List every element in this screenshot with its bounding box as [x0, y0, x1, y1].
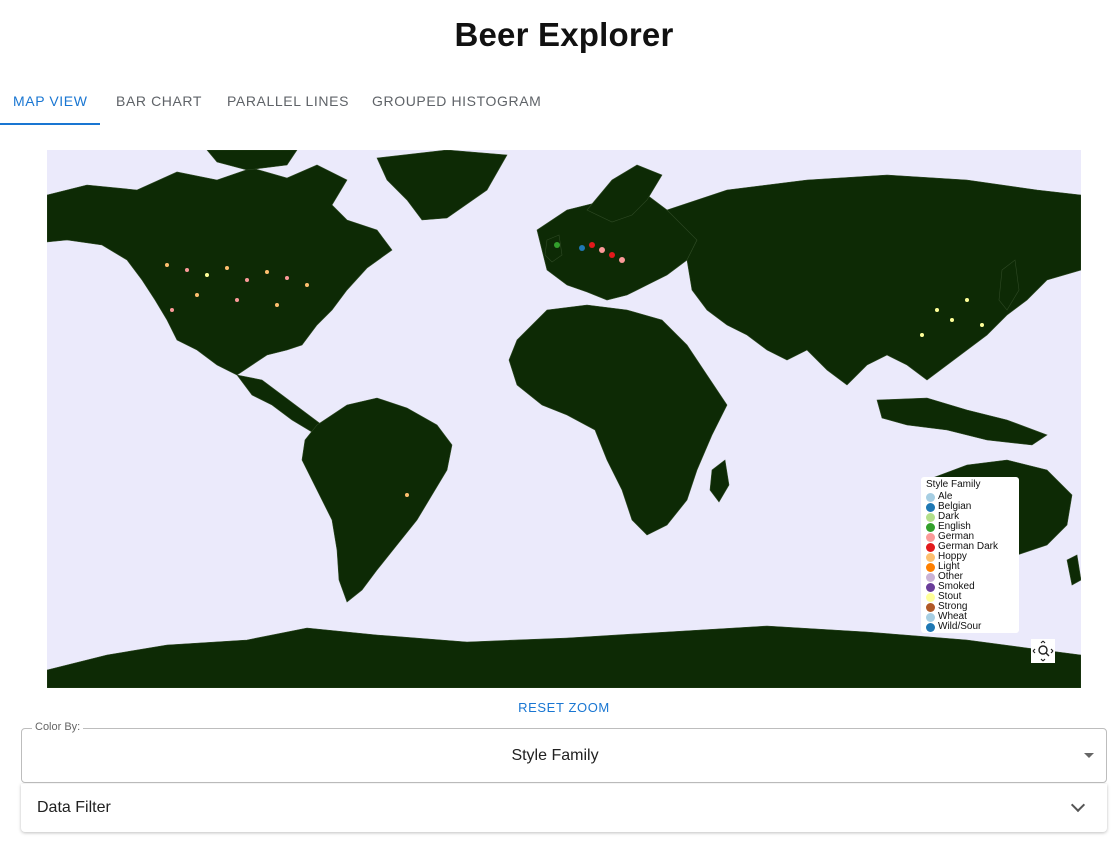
legend-dot: [926, 612, 935, 622]
brewery-point: [305, 283, 309, 287]
chevron-down-icon[interactable]: [1070, 797, 1086, 813]
brewery-point: [554, 242, 560, 248]
zoom-pan-glyph: [1032, 640, 1054, 662]
legend-dot: [926, 522, 935, 532]
legend-dot: [926, 622, 935, 632]
legend-dot: [926, 582, 935, 592]
map-legend: Style Family Ale Belgian Dark English Ge…: [921, 477, 1019, 633]
legend-label: Wild/Sour: [938, 621, 982, 632]
brewery-point: [589, 242, 595, 248]
brewery-point: [619, 257, 625, 263]
legend-dot: [926, 542, 935, 552]
legend-dot: [926, 532, 935, 542]
legend-dot: [926, 512, 935, 522]
data-filter-accordion[interactable]: Data Filter: [21, 784, 1107, 832]
active-tab-indicator: [0, 123, 100, 125]
brewery-point: [609, 252, 615, 258]
brewery-point: [195, 293, 199, 297]
brewery-point: [170, 308, 174, 312]
legend-title: Style Family: [926, 479, 981, 490]
brewery-point: [285, 276, 289, 280]
dropdown-arrow-icon[interactable]: [1084, 753, 1094, 758]
reset-zoom-button[interactable]: RESET ZOOM: [0, 700, 1119, 715]
brewery-point: [165, 263, 169, 267]
color-by-value[interactable]: Style Family: [22, 729, 1088, 782]
brewery-point: [275, 303, 279, 307]
legend-dot: [926, 562, 935, 572]
brewery-point: [185, 268, 189, 272]
tab-bar-chart[interactable]: BAR CHART: [116, 80, 202, 124]
zoom-pan-icon[interactable]: [1031, 639, 1055, 663]
brewery-point: [920, 333, 924, 337]
brewery-point: [935, 308, 939, 312]
legend-dot: [926, 592, 935, 602]
world-map[interactable]: Style Family Ale Belgian Dark English Ge…: [47, 150, 1081, 688]
legend-dot: [926, 602, 935, 612]
brewery-point: [235, 298, 239, 302]
tab-parallel-lines[interactable]: PARALLEL LINES: [227, 80, 349, 124]
color-by-select[interactable]: Color By: Style Family: [21, 721, 1107, 783]
legend-item: Wild/Sour: [926, 622, 1019, 632]
brewery-point: [245, 278, 249, 282]
brewery-point: [265, 270, 269, 274]
page-title: Beer Explorer: [454, 16, 674, 53]
brewery-point: [950, 318, 954, 322]
legend-dot: [926, 552, 935, 562]
brewery-point: [980, 323, 984, 327]
brewery-point: [599, 247, 605, 253]
tab-grouped-histogram[interactable]: GROUPED HISTOGRAM: [372, 80, 541, 124]
legend-items: Ale Belgian Dark English German German D…: [926, 492, 1019, 632]
legend-dot: [926, 492, 935, 502]
view-tabs: MAP VIEW BAR CHART PARALLEL LINES GROUPE…: [0, 80, 1119, 126]
brewery-point: [965, 298, 969, 302]
data-filter-label: Data Filter: [37, 799, 111, 816]
brewery-point: [405, 493, 409, 497]
brewery-point: [225, 266, 229, 270]
legend-dot: [926, 572, 935, 582]
legend-dot: [926, 502, 935, 512]
tab-map-view[interactable]: MAP VIEW: [13, 80, 88, 124]
brewery-point: [205, 273, 209, 277]
brewery-point: [579, 245, 585, 251]
